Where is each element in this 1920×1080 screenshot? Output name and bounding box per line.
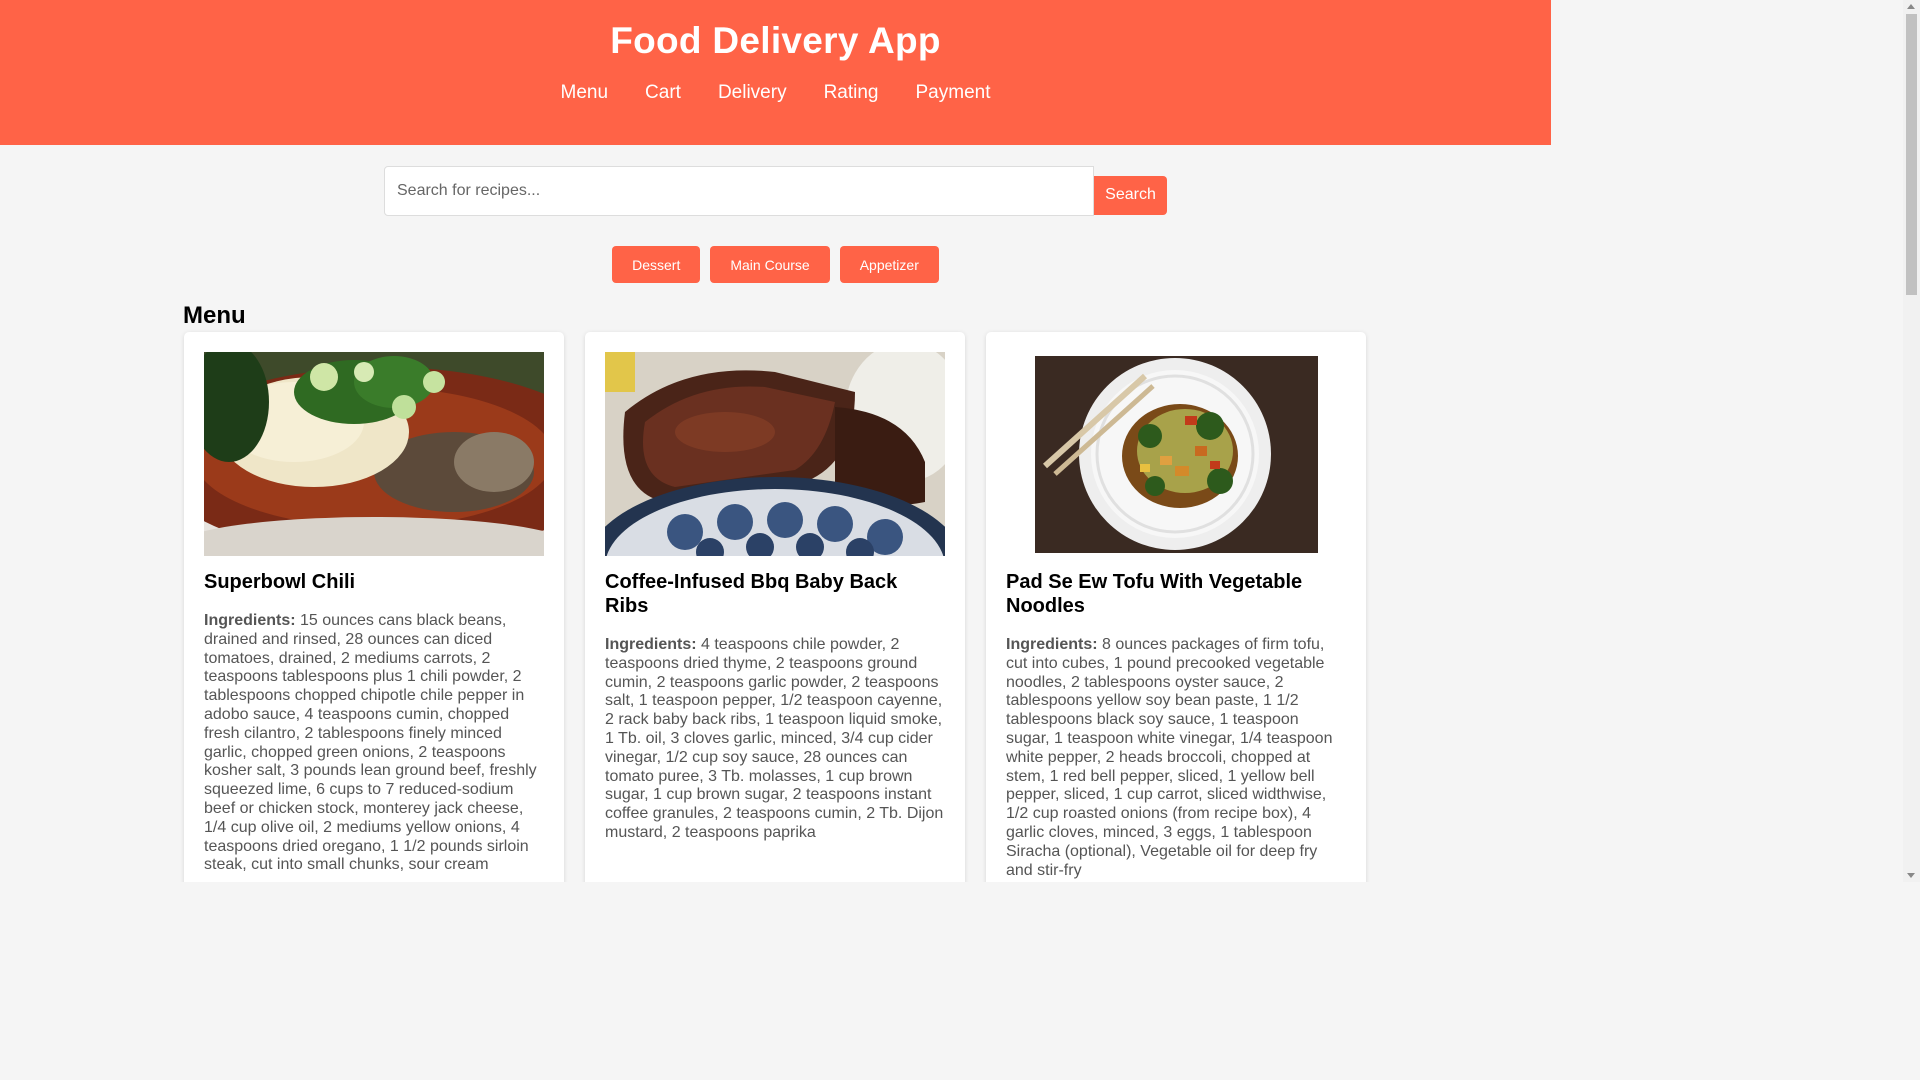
ingredients-label: Ingredients: xyxy=(605,636,697,653)
scroll-up-icon[interactable] xyxy=(1907,4,1915,9)
recipe-ingredients: Ingredients: 4 teaspoons chile powder, 2… xyxy=(605,636,945,843)
ingredients-text: 8 ounces packages of firm tofu, cut into… xyxy=(1006,636,1333,879)
recipe-card[interactable]: Pad Se Ew Tofu With Vegetable Noodles In… xyxy=(986,332,1366,882)
nav-link-delivery[interactable]: Delivery xyxy=(718,80,787,106)
menu-heading: Menu xyxy=(183,302,246,329)
category-main-course-button[interactable]: Main Course xyxy=(710,246,830,283)
ingredients-text: 4 teaspoons chile powder, 2 teaspoons dr… xyxy=(605,636,944,841)
main-nav: Menu Cart Delivery Rating Payment xyxy=(0,80,1551,106)
recipe-card[interactable]: Superbowl Chili Ingredients: 15 ounces c… xyxy=(184,332,564,882)
ingredients-label: Ingredients: xyxy=(204,612,296,629)
ingredients-label: Ingredients: xyxy=(1006,636,1098,653)
recipe-image-chili xyxy=(204,352,544,556)
search-button[interactable]: Search xyxy=(1094,175,1167,215)
ingredients-text: 15 ounces cans black beans, drained and … xyxy=(204,612,537,874)
scrollbar-thumb[interactable] xyxy=(1906,14,1917,295)
page: Food Delivery App Menu Cart Delivery Rat… xyxy=(0,0,1551,882)
page-scrollbar[interactable] xyxy=(1903,0,1920,882)
scroll-down-icon[interactable] xyxy=(1907,873,1915,878)
category-appetizer-button[interactable]: Appetizer xyxy=(839,246,939,283)
recipe-ingredients: Ingredients: 8 ounces packages of firm t… xyxy=(1006,636,1346,880)
recipe-title: Pad Se Ew Tofu With Vegetable Noodles xyxy=(1006,571,1303,617)
search-bar: Search xyxy=(384,166,1167,216)
recipe-card[interactable]: Coffee-Infused Bbq Baby Back Ribs Ingred… xyxy=(585,332,965,882)
nav-link-payment[interactable]: Payment xyxy=(916,80,991,106)
recipe-title: Superbowl Chili xyxy=(204,571,356,593)
recipe-ingredients: Ingredients: 15 ounces cans black beans,… xyxy=(204,612,544,875)
recipe-image-ribs xyxy=(605,352,945,556)
nav-link-menu[interactable]: Menu xyxy=(561,80,609,106)
app-header: Food Delivery App Menu Cart Delivery Rat… xyxy=(0,0,1551,145)
recipe-image-pad-se-ew xyxy=(1006,352,1346,556)
menu-cards: Superbowl Chili Ingredients: 15 ounces c… xyxy=(184,332,1366,882)
recipe-title: Coffee-Infused Bbq Baby Back Ribs xyxy=(605,571,898,617)
nav-link-rating[interactable]: Rating xyxy=(824,80,879,106)
category-filters: Dessert Main Course Appetizer xyxy=(0,246,1551,283)
search-input[interactable] xyxy=(384,166,1094,216)
nav-link-cart[interactable]: Cart xyxy=(645,80,681,106)
app-title: Food Delivery App xyxy=(610,20,941,61)
category-dessert-button[interactable]: Dessert xyxy=(612,246,701,283)
